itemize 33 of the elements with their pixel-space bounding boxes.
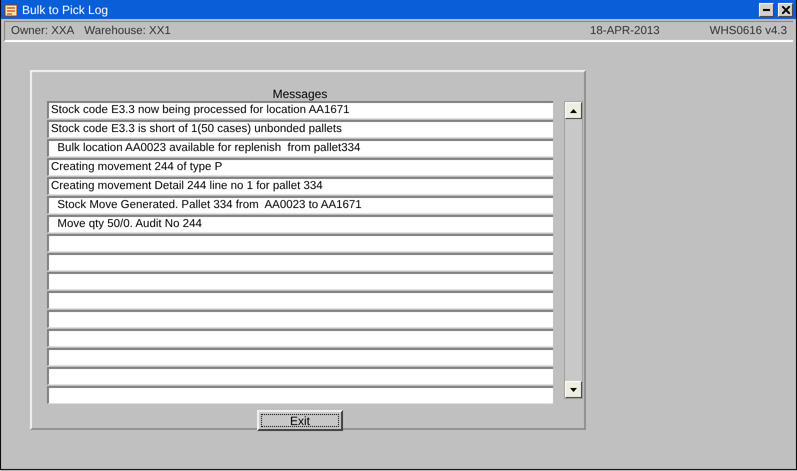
message-field[interactable]: Creating movement Detail 244 line no 1 for pallet 334 (47, 177, 553, 195)
exit-button[interactable]: Exit (257, 410, 343, 431)
message-field[interactable] (47, 291, 553, 309)
message-field[interactable]: Stock code E3.3 now being processed for location AA1671 (47, 101, 553, 119)
message-field[interactable] (47, 234, 553, 252)
close-icon (782, 6, 790, 14)
date-label: 18-APR-2013 (590, 25, 660, 37)
message-field[interactable] (47, 310, 553, 328)
message-field[interactable] (47, 329, 553, 347)
message-field[interactable] (47, 272, 553, 290)
down-arrow-icon (570, 388, 577, 392)
message-field[interactable]: Bulk location AA0023 available for replenish from pallet334 (47, 139, 553, 157)
message-field[interactable]: Stock Move Generated. Pallet 334 from AA0023 to AA1671 (47, 196, 553, 214)
message-field[interactable] (47, 348, 553, 366)
warehouse-label: Warehouse: XX1 (84, 25, 171, 37)
message-field[interactable] (47, 253, 553, 271)
app-icon (4, 2, 18, 16)
message-field[interactable] (47, 386, 553, 404)
scroll-down-button[interactable] (565, 381, 582, 398)
owner-label: Owner: XXA (11, 25, 74, 37)
version-label: WHS0616 v4.3 (710, 25, 787, 37)
minimize-button[interactable] (759, 2, 774, 16)
window-title: Bulk to Pick Log (22, 2, 110, 16)
minimize-icon (763, 8, 770, 10)
messages-heading: Messages (272, 87, 328, 101)
message-field[interactable] (47, 367, 553, 385)
scrollbar[interactable] (564, 101, 583, 399)
close-button[interactable] (778, 2, 793, 16)
message-field[interactable]: Stock code E3.3 is short of 1(50 cases) unbonded pallets (47, 120, 553, 138)
message-field[interactable]: Creating movement 244 of type P (47, 158, 553, 176)
message-field[interactable]: Move qty 50/0. Audit No 244 (47, 215, 553, 233)
up-arrow-icon (570, 108, 577, 112)
scroll-up-button[interactable] (565, 102, 582, 119)
